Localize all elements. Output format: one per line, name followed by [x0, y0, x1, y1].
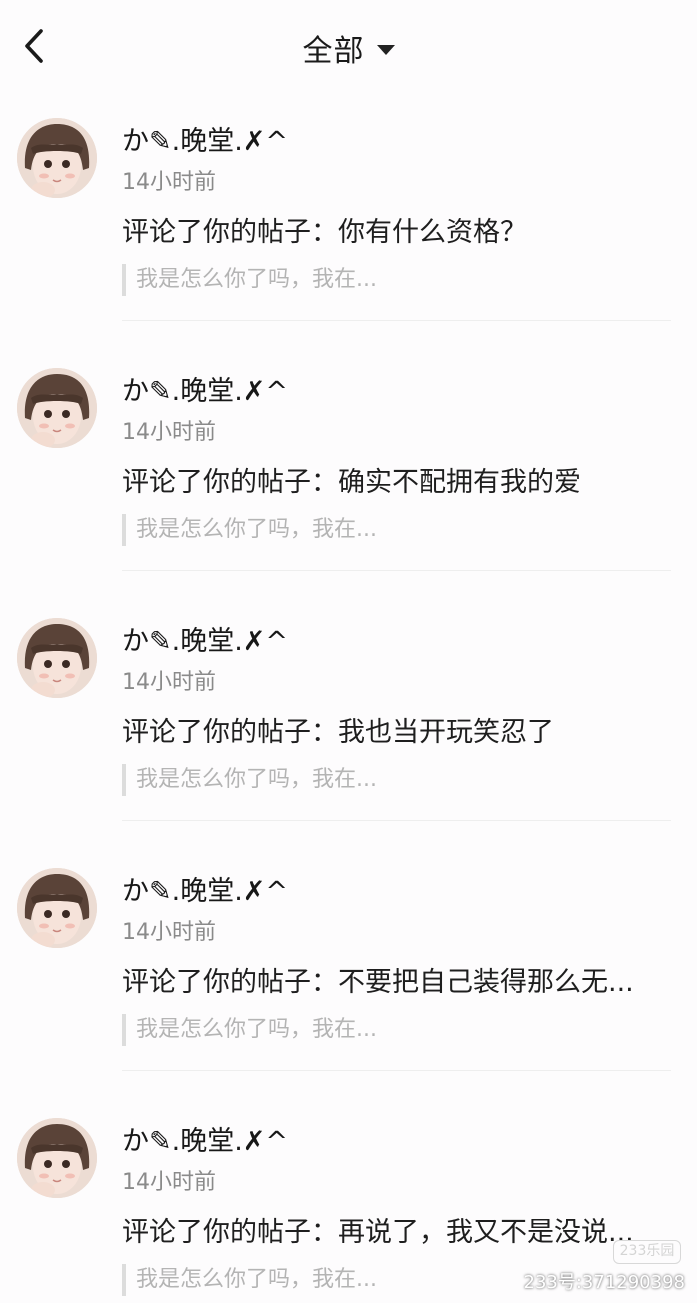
user-name-row[interactable]: か✎.晚堂.✗^: [122, 118, 288, 158]
list-item[interactable]: か✎.晚堂.✗^ 14小时前 评论了你的帖子：你有什么资格？ 我是怎么你了吗，我…: [0, 96, 697, 346]
top-bar: 全部: [0, 0, 697, 96]
list-item[interactable]: か✎.晚堂.✗^ 14小时前 评论了你的帖子：确实不配拥有我的爱 我是怎么你了吗…: [0, 346, 697, 596]
user-name: か✎.晚堂.✗^: [122, 375, 289, 407]
comment-text[interactable]: 评论了你的帖子：我也当开玩笑忍了: [122, 710, 671, 749]
avatar[interactable]: [17, 368, 97, 448]
avatar[interactable]: [17, 618, 97, 698]
user-name: か✎.晚堂.✗^: [122, 875, 289, 907]
timestamp: 14小时前: [122, 920, 216, 945]
watermark-id: 233号:371290398: [523, 1272, 686, 1293]
avatar-image: [17, 368, 97, 448]
user-name-row[interactable]: か✎.晚堂.✗^: [122, 1118, 288, 1158]
user-name-row[interactable]: か✎.晚堂.✗^: [122, 618, 288, 658]
avatar[interactable]: [17, 868, 97, 948]
watermark-logo: 233乐园: [613, 1240, 681, 1264]
divider: [122, 820, 671, 821]
divider: [122, 570, 671, 571]
list-item[interactable]: か✎.晚堂.✗^ 14小时前 评论了你的帖子：不要把自己装得那么无... 我是怎…: [0, 846, 697, 1096]
comment-text[interactable]: 评论了你的帖子：确实不配拥有我的爱: [122, 460, 671, 499]
page-title: 全部: [302, 34, 365, 69]
caret-down-icon: [376, 45, 395, 55]
quoted-post[interactable]: 我是怎么你了吗，我在...: [122, 764, 377, 796]
avatar[interactable]: [17, 1118, 97, 1198]
avatar-image: [17, 868, 97, 948]
timestamp: 14小时前: [122, 1170, 216, 1195]
quoted-post[interactable]: 我是怎么你了吗，我在...: [122, 264, 377, 296]
quoted-post[interactable]: 我是怎么你了吗，我在...: [122, 1264, 377, 1296]
quoted-post[interactable]: 我是怎么你了吗，我在...: [122, 1014, 377, 1046]
timestamp: 14小时前: [122, 170, 216, 195]
user-name: か✎.晚堂.✗^: [122, 1125, 289, 1157]
notification-list: か✎.晚堂.✗^ 14小时前 评论了你的帖子：你有什么资格？ 我是怎么你了吗，我…: [0, 96, 697, 1303]
user-name: か✎.晚堂.✗^: [122, 625, 289, 657]
avatar-image: [17, 1118, 97, 1198]
comment-text[interactable]: 评论了你的帖子：再说了，我又不是没说...: [122, 1210, 671, 1249]
user-name: か✎.晚堂.✗^: [122, 125, 289, 157]
avatar-image: [17, 618, 97, 698]
notification-screen: 全部 か✎.晚堂.✗^ 14小时前 评论了你的帖子：你有什么资格？ 我是怎么你了…: [0, 0, 697, 1303]
comment-text[interactable]: 评论了你的帖子：不要把自己装得那么无...: [122, 960, 671, 999]
avatar[interactable]: [17, 118, 97, 198]
user-name-row[interactable]: か✎.晚堂.✗^: [122, 868, 288, 908]
quoted-post[interactable]: 我是怎么你了吗，我在...: [122, 514, 377, 546]
timestamp: 14小时前: [122, 670, 216, 695]
avatar-image: [17, 118, 97, 198]
timestamp: 14小时前: [122, 420, 216, 445]
filter-dropdown[interactable]: 全部: [0, 28, 697, 69]
divider: [122, 1070, 671, 1071]
list-item[interactable]: か✎.晚堂.✗^ 14小时前 评论了你的帖子：我也当开玩笑忍了 我是怎么你了吗，…: [0, 596, 697, 846]
user-name-row[interactable]: か✎.晚堂.✗^: [122, 368, 288, 408]
divider: [122, 320, 671, 321]
comment-text[interactable]: 评论了你的帖子：你有什么资格？: [122, 210, 671, 249]
